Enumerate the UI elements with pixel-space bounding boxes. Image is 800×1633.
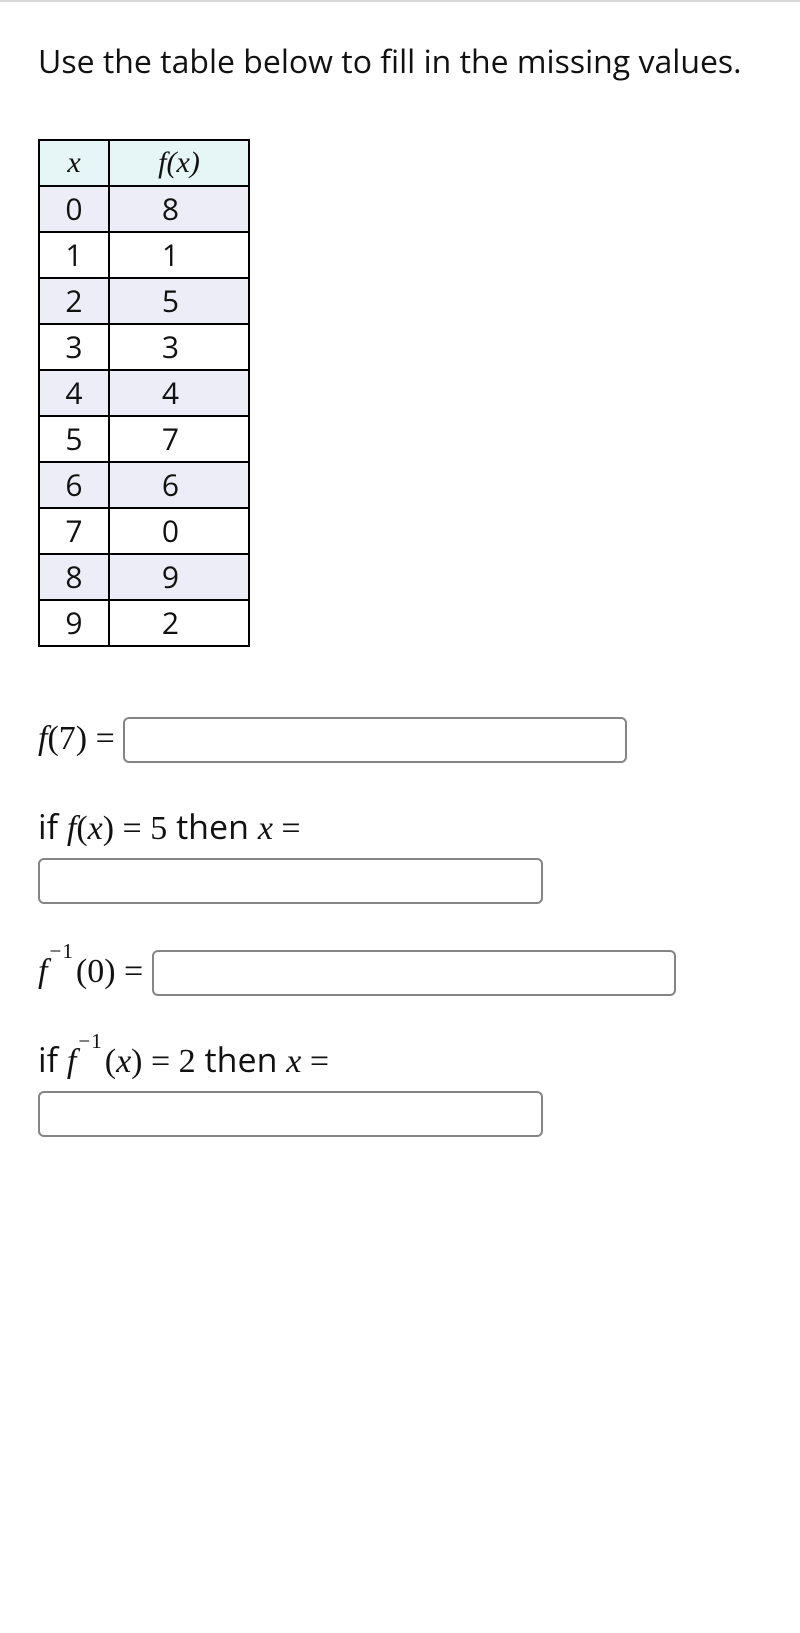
table-row: 33 — [39, 324, 249, 370]
cell-x: 4 — [39, 370, 109, 416]
cell-fx: 7 — [109, 416, 249, 462]
q1-answer-input[interactable] — [123, 717, 627, 763]
table-row: 89 — [39, 554, 249, 600]
table-header-x: x — [39, 140, 109, 186]
cell-fx: 1 — [109, 232, 249, 278]
cell-fx: 0 — [109, 508, 249, 554]
q3-expression: f−1(0) = — [38, 953, 152, 990]
cell-fx: 2 — [109, 600, 249, 646]
question-1: f(7) = — [38, 717, 762, 763]
cell-fx: 6 — [109, 462, 249, 508]
table-row: 25 — [39, 278, 249, 324]
table-row: 11 — [39, 232, 249, 278]
table-row: 92 — [39, 600, 249, 646]
cell-fx: 3 — [109, 324, 249, 370]
q4-answer-input[interactable] — [38, 1091, 543, 1137]
q2-expression: if f(x) = 5 then x = — [38, 803, 301, 849]
table-row: 57 — [39, 416, 249, 462]
instructions-text: Use the table below to fill in the missi… — [38, 40, 762, 83]
table-row: 70 — [39, 508, 249, 554]
question-4: if f−1(x) = 2 then x = — [38, 1042, 762, 1137]
q2-answer-input[interactable] — [38, 858, 543, 904]
q4-expression: if f−1(x) = 2 then x = — [38, 1036, 329, 1082]
cell-x: 6 — [39, 462, 109, 508]
cell-x: 2 — [39, 278, 109, 324]
cell-x: 8 — [39, 554, 109, 600]
question-3: f−1(0) = — [38, 950, 762, 996]
question-2: if f(x) = 5 then x = — [38, 809, 762, 904]
problem-content: Use the table below to fill in the missi… — [0, 2, 800, 1137]
cell-fx: 4 — [109, 370, 249, 416]
cell-x: 5 — [39, 416, 109, 462]
cell-x: 9 — [39, 600, 109, 646]
cell-fx: 5 — [109, 278, 249, 324]
cell-x: 3 — [39, 324, 109, 370]
function-table: x f(x) 08 11 25 33 44 57 66 70 89 92 — [38, 139, 250, 647]
cell-fx: 9 — [109, 554, 249, 600]
table-row: 66 — [39, 462, 249, 508]
cell-x: 1 — [39, 232, 109, 278]
cell-x: 0 — [39, 186, 109, 232]
table-header-fx: f(x) — [109, 140, 249, 186]
table-row: 44 — [39, 370, 249, 416]
q1-expression: f(7) = — [38, 720, 123, 757]
q3-answer-input[interactable] — [152, 950, 676, 996]
cell-x: 7 — [39, 508, 109, 554]
cell-fx: 8 — [109, 186, 249, 232]
table-row: 08 — [39, 186, 249, 232]
